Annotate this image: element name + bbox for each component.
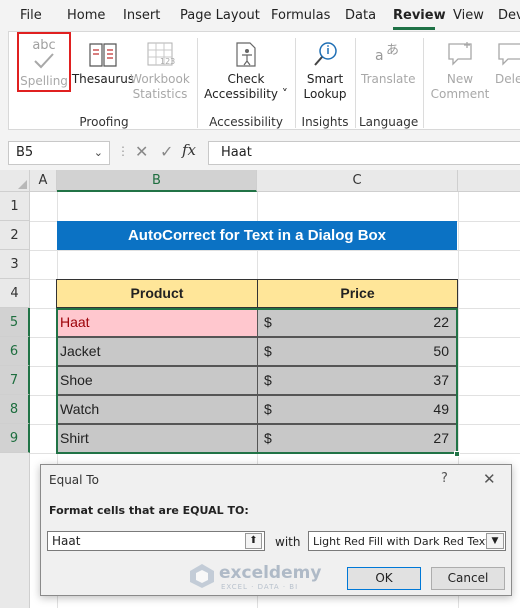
fill-handle[interactable] [454, 451, 460, 457]
check-accessibility-label-1: Check [227, 72, 265, 86]
translate-button[interactable]: a あ Translate [361, 40, 416, 87]
selection-range [56, 308, 458, 454]
spelling-highlight-box [17, 32, 71, 92]
ribbon: abc Spelling Thesaurus 123 Workbook Stat… [8, 31, 520, 130]
menu-view[interactable]: View [453, 8, 484, 23]
row-header-8[interactable]: 8 [0, 395, 30, 424]
svg-text:123: 123 [160, 57, 175, 66]
row-header-5[interactable]: 5 [0, 308, 30, 337]
format-select[interactable]: Light Red Fill with Dark Red Text [308, 531, 506, 551]
ok-button[interactable]: OK [347, 567, 421, 590]
group-language-label: Language [359, 115, 419, 129]
svg-text:a: a [375, 48, 384, 64]
collapse-dialog-icon[interactable]: ⬆ [245, 533, 262, 549]
row-header-4[interactable]: 4 [0, 279, 30, 308]
check-accessibility-label-2: Accessibility ˅ [204, 87, 288, 101]
check-accessibility-button[interactable]: Check Accessibility ˅ [203, 40, 289, 102]
new-comment-label-2: Comment [430, 87, 490, 101]
delete-comment-label: Delet [495, 72, 520, 86]
enter-icon[interactable]: ✓ [160, 142, 173, 161]
column-header-a[interactable]: A [30, 170, 57, 192]
column-header-b[interactable]: B [57, 170, 257, 192]
cancel-icon[interactable]: ✕ [135, 142, 148, 161]
row-header-2[interactable]: 2 [0, 221, 30, 250]
dialog-instruction: Format cells that are EQUAL TO: [49, 504, 249, 517]
name-box[interactable]: B5 ⌄ [8, 141, 110, 165]
header-product[interactable]: Product [56, 279, 258, 308]
sheet-title[interactable]: AutoCorrect for Text in a Dialog Box [57, 221, 457, 250]
exceldemy-logo-icon [190, 564, 214, 588]
formula-input[interactable]: Haat [208, 141, 520, 165]
smart-lookup-label-2: Lookup [303, 87, 347, 101]
svg-text:あ: あ [386, 43, 399, 58]
translate-icon: a あ [375, 43, 399, 64]
group-separator [423, 38, 424, 128]
equal-to-input[interactable]: Haat [47, 531, 265, 551]
group-proofing-label: Proofing [79, 115, 129, 129]
menu-bar: File Home Insert Page Layout Formulas Da… [0, 0, 520, 30]
row-header-filler [0, 453, 30, 608]
menu-formulas[interactable]: Formulas [271, 8, 330, 23]
equal-to-dialog: Equal To ? ✕ Format cells that are EQUAL… [40, 464, 512, 596]
workbook-statistics-button[interactable]: 123 Workbook Statistics [129, 40, 191, 102]
row-header-9[interactable]: 9 [0, 424, 30, 453]
row-header-7[interactable]: 7 [0, 366, 30, 395]
translate-label: Translate [361, 72, 416, 86]
more-icon: ⋮ [117, 144, 129, 158]
gridline [30, 250, 520, 251]
workbook-statistics-label-1: Workbook [130, 72, 190, 86]
new-comment-label-1: New [446, 72, 474, 86]
insert-function-icon[interactable]: fx [182, 141, 196, 159]
column-header-empty [458, 170, 520, 192]
thesaurus-button[interactable]: Thesaurus [71, 40, 135, 87]
delete-comment-button[interactable]: Delet [495, 40, 520, 87]
close-icon[interactable]: ✕ [483, 470, 496, 488]
new-comment-button[interactable]: New Comment [427, 40, 493, 102]
header-price[interactable]: Price [257, 279, 458, 308]
exceldemy-watermark: exceldemy EXCEL · DATA · BI [189, 561, 339, 593]
dialog-title: Equal To [49, 473, 99, 487]
cancel-button[interactable]: Cancel [431, 567, 505, 590]
statistics-icon: 123 [147, 42, 175, 66]
workbook-statistics-label-2: Statistics [132, 87, 188, 101]
group-insights-label: Insights [301, 115, 349, 129]
delete-comment-icon [498, 43, 520, 66]
thesaurus-label: Thesaurus [71, 72, 135, 86]
column-header-c[interactable]: C [257, 170, 458, 192]
watermark-name: exceldemy [219, 563, 322, 583]
help-icon[interactable]: ? [441, 471, 448, 486]
group-separator [197, 38, 198, 128]
active-tab-indicator [393, 27, 435, 30]
chevron-down-icon[interactable]: ▼ [486, 533, 504, 549]
smart-lookup-button[interactable]: Smart Lookup [301, 40, 349, 102]
book-icon [89, 43, 117, 67]
comment-icon [448, 42, 472, 66]
with-label: with [275, 535, 301, 549]
menu-data[interactable]: Data [345, 8, 376, 23]
row-header-1[interactable]: 1 [0, 192, 30, 221]
menu-file[interactable]: File [20, 8, 42, 23]
smart-lookup-label-1: Smart [306, 72, 344, 86]
select-all-icon [18, 180, 27, 189]
menu-home[interactable]: Home [67, 8, 105, 23]
menu-page-layout[interactable]: Page Layout [180, 8, 260, 23]
group-accessibility-label: Accessibility [209, 115, 283, 129]
watermark-tagline: EXCEL · DATA · BI [221, 583, 299, 591]
row-header-6[interactable]: 6 [0, 337, 30, 366]
group-separator [295, 38, 296, 128]
group-separator [355, 38, 356, 128]
menu-developer[interactable]: Dev [498, 8, 520, 23]
menu-insert[interactable]: Insert [123, 8, 160, 23]
formula-bar: B5 ⌄ ⋮ ✕ ✓ fx Haat [0, 138, 520, 168]
menu-review[interactable]: Review [393, 8, 446, 23]
select-all-corner[interactable] [0, 170, 30, 192]
chevron-down-icon[interactable]: ⌄ [94, 146, 103, 159]
accessibility-icon [236, 42, 256, 67]
row-header-3[interactable]: 3 [0, 250, 30, 279]
name-box-value: B5 [16, 145, 34, 160]
search-icon [314, 42, 337, 66]
